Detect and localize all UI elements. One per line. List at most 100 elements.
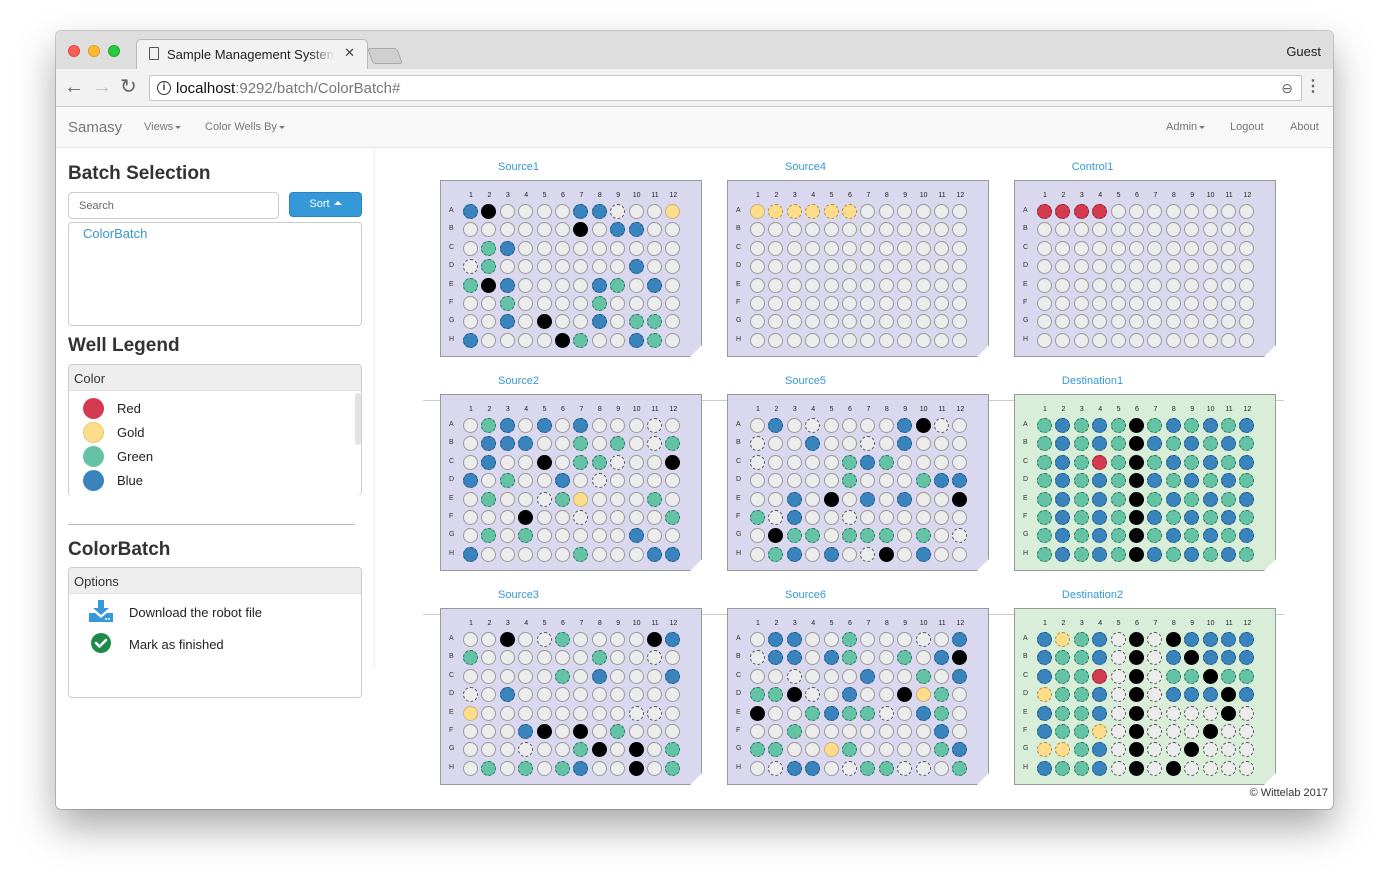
well-B7[interactable]	[860, 436, 875, 451]
well-E3[interactable]	[500, 706, 515, 721]
well-F6[interactable]	[1129, 510, 1144, 525]
well-A1[interactable]	[1037, 632, 1052, 647]
well-E10[interactable]	[1203, 492, 1218, 507]
well-H5[interactable]	[537, 761, 552, 776]
well-C11[interactable]	[647, 241, 662, 256]
well-D1[interactable]	[1037, 473, 1052, 488]
well-F2[interactable]	[481, 724, 496, 739]
well-B7[interactable]	[860, 650, 875, 665]
well-E10[interactable]	[916, 706, 931, 721]
well-C7[interactable]	[860, 455, 875, 470]
well-F10[interactable]	[916, 296, 931, 311]
well-B1[interactable]	[463, 222, 478, 237]
well-F4[interactable]	[518, 296, 533, 311]
well-H5[interactable]	[1111, 761, 1126, 776]
well-G10[interactable]	[1203, 528, 1218, 543]
well-H9[interactable]	[610, 547, 625, 562]
well-C1[interactable]	[750, 669, 765, 684]
well-E5[interactable]	[537, 492, 552, 507]
address-bar[interactable]: i localhost:9292/batch/ColorBatch# ⊖	[149, 75, 1302, 101]
well-A7[interactable]	[573, 418, 588, 433]
well-D2[interactable]	[768, 687, 783, 702]
well-D9[interactable]	[897, 687, 912, 702]
well-A6[interactable]	[842, 632, 857, 647]
well-G7[interactable]	[860, 314, 875, 329]
well-A8[interactable]	[1166, 204, 1181, 219]
well-B5[interactable]	[1111, 436, 1126, 451]
well-D4[interactable]	[1092, 473, 1107, 488]
well-G3[interactable]	[787, 314, 802, 329]
well-G4[interactable]	[518, 314, 533, 329]
well-G1[interactable]	[750, 314, 765, 329]
well-A5[interactable]	[824, 418, 839, 433]
plate-title[interactable]: Source2	[375, 375, 662, 387]
well-G10[interactable]	[629, 742, 644, 757]
well-H2[interactable]	[481, 547, 496, 562]
well-B4[interactable]	[1092, 222, 1107, 237]
well-G6[interactable]	[842, 528, 857, 543]
well-A4[interactable]	[518, 204, 533, 219]
well-D5[interactable]	[537, 259, 552, 274]
well-H1[interactable]	[750, 547, 765, 562]
well-D2[interactable]	[768, 259, 783, 274]
well-B2[interactable]	[768, 436, 783, 451]
well-G5[interactable]	[824, 314, 839, 329]
well-A11[interactable]	[934, 418, 949, 433]
well-G2[interactable]	[768, 742, 783, 757]
well-B8[interactable]	[1166, 222, 1181, 237]
well-F8[interactable]	[592, 296, 607, 311]
well-G1[interactable]	[1037, 314, 1052, 329]
well-E11[interactable]	[1221, 492, 1236, 507]
well-G1[interactable]	[1037, 742, 1052, 757]
well-G1[interactable]	[750, 528, 765, 543]
well-G3[interactable]	[1074, 742, 1089, 757]
well-A10[interactable]	[1203, 204, 1218, 219]
well-F1[interactable]	[1037, 296, 1052, 311]
well-D7[interactable]	[573, 687, 588, 702]
well-C3[interactable]	[1074, 241, 1089, 256]
well-F10[interactable]	[629, 510, 644, 525]
well-E5[interactable]	[824, 278, 839, 293]
well-D4[interactable]	[518, 259, 533, 274]
well-G4[interactable]	[1092, 314, 1107, 329]
well-B9[interactable]	[897, 222, 912, 237]
well-F10[interactable]	[1203, 724, 1218, 739]
well-D4[interactable]	[518, 473, 533, 488]
well-G11[interactable]	[934, 528, 949, 543]
well-A2[interactable]	[1055, 418, 1070, 433]
well-A7[interactable]	[573, 204, 588, 219]
well-A12[interactable]	[1239, 632, 1254, 647]
well-A10[interactable]	[916, 418, 931, 433]
well-F2[interactable]	[768, 724, 783, 739]
well-F1[interactable]	[1037, 724, 1052, 739]
well-H2[interactable]	[768, 547, 783, 562]
well-A4[interactable]	[1092, 204, 1107, 219]
well-A9[interactable]	[610, 418, 625, 433]
well-A2[interactable]	[768, 418, 783, 433]
nav-views-dropdown[interactable]: Views	[144, 121, 182, 133]
well-A7[interactable]	[1147, 632, 1162, 647]
well-B1[interactable]	[750, 222, 765, 237]
well-E11[interactable]	[1221, 706, 1236, 721]
well-B5[interactable]	[1111, 650, 1126, 665]
well-B2[interactable]	[1055, 650, 1070, 665]
well-C1[interactable]	[1037, 455, 1052, 470]
well-G8[interactable]	[879, 528, 894, 543]
well-C2[interactable]	[768, 241, 783, 256]
well-H12[interactable]	[1239, 761, 1254, 776]
well-F5[interactable]	[824, 724, 839, 739]
well-C3[interactable]	[787, 455, 802, 470]
well-B7[interactable]	[1147, 222, 1162, 237]
well-H2[interactable]	[481, 333, 496, 348]
well-F8[interactable]	[879, 296, 894, 311]
plate-title[interactable]: Destination1	[949, 375, 1236, 387]
well-E3[interactable]	[1074, 492, 1089, 507]
well-G8[interactable]	[879, 314, 894, 329]
well-H9[interactable]	[897, 333, 912, 348]
well-G11[interactable]	[647, 314, 662, 329]
well-H4[interactable]	[518, 333, 533, 348]
well-F5[interactable]	[1111, 296, 1126, 311]
back-arrow-icon[interactable]: ←	[64, 76, 84, 98]
minimize-window-button[interactable]	[88, 45, 100, 57]
well-A9[interactable]	[610, 632, 625, 647]
